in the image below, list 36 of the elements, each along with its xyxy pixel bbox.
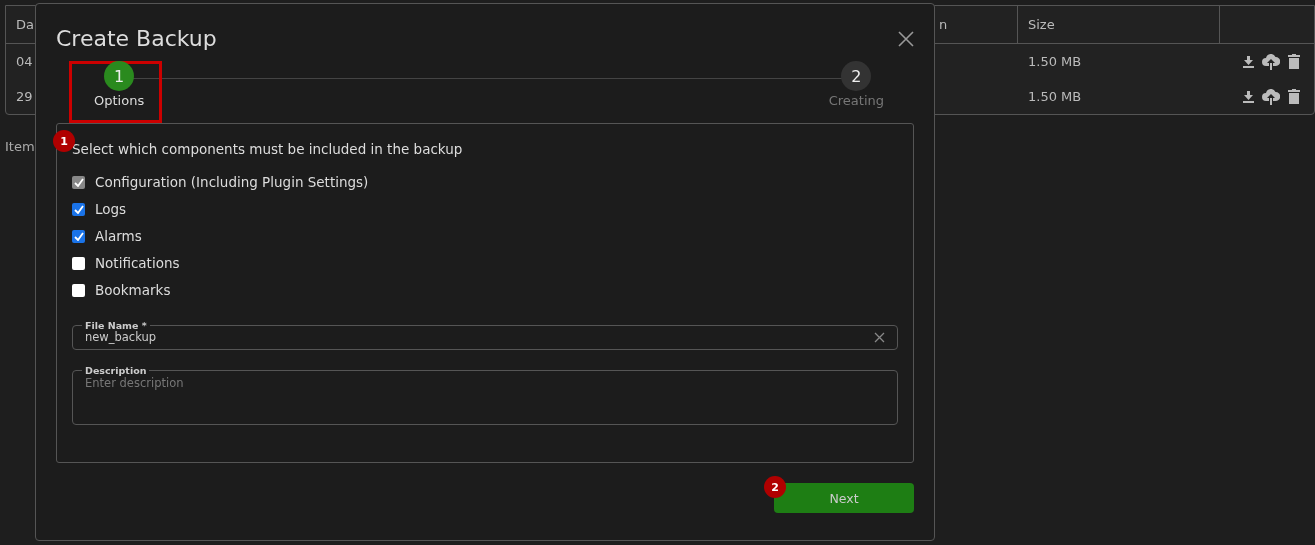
checkbox-label: Bookmarks: [95, 282, 171, 298]
clear-icon[interactable]: [874, 331, 885, 343]
file-name-box[interactable]: File Name * new_backup: [72, 320, 898, 350]
checkbox-label: Configuration (Including Plugin Settings): [95, 174, 369, 190]
file-name-field[interactable]: new_backup: [85, 330, 874, 344]
column-header: Da: [16, 17, 34, 32]
checkbox[interactable]: [72, 202, 85, 216]
field-label: Description: [84, 365, 148, 376]
dialog-title: Create Backup: [56, 26, 217, 51]
checkbox-label: Logs: [95, 201, 127, 217]
cloud-upload-icon[interactable]: [1262, 53, 1280, 70]
step[interactable]: 1 Options: [94, 61, 145, 111]
download-icon[interactable]: [1243, 90, 1254, 103]
checkbox[interactable]: [72, 229, 85, 243]
column-header: Size: [1028, 17, 1055, 32]
column-header: n: [939, 17, 948, 32]
checkbox[interactable]: [72, 256, 85, 270]
checkbox-label: Notifications: [95, 255, 180, 271]
table-cell: 1.50 MB: [1028, 89, 1082, 104]
field-label: File Name *: [84, 320, 148, 331]
step[interactable]: 2 Creating: [828, 61, 884, 111]
description-box[interactable]: Description Enter description: [72, 365, 898, 425]
table-cell: 29: [16, 89, 33, 104]
table-cell: 1.50 MB: [1028, 54, 1082, 69]
section-heading: Select which components must be included in the backup: [72, 141, 464, 157]
trash-icon[interactable]: [1288, 89, 1300, 104]
footer-text: Item: [5, 139, 35, 154]
checkbox[interactable]: [72, 283, 85, 297]
download-icon[interactable]: [1243, 55, 1254, 68]
checkbox-label: Alarms: [95, 228, 142, 244]
trash-icon[interactable]: [1288, 54, 1300, 69]
close-button[interactable]: [898, 30, 914, 47]
annotation-badge: 2: [764, 476, 786, 498]
cloud-upload-icon[interactable]: [1262, 88, 1280, 105]
table-cell: 04: [16, 54, 33, 69]
description-field[interactable]: Enter description: [85, 376, 885, 416]
